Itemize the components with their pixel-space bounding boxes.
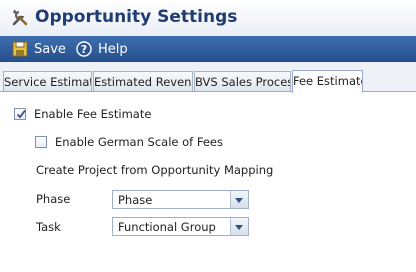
chevron-down-icon[interactable]: [230, 191, 248, 208]
check-icon: [16, 109, 26, 119]
mapping-heading: Create Project from Opportunity Mapping: [36, 163, 274, 177]
fee-estimate-panel: Enable Fee Estimate Enable German Scale …: [0, 92, 416, 272]
task-label: Task: [36, 220, 61, 234]
tools-icon: [12, 9, 28, 26]
window-title: Opportunity Settings: [35, 7, 238, 27]
save-icon: [12, 41, 28, 57]
tab-bvs-sales-process[interactable]: BVS Sales Process: [194, 71, 291, 92]
tab-strip: Service Estimate Estimated Revenue BVS S…: [0, 62, 416, 93]
enable-fee-estimate-checkbox[interactable]: [14, 108, 26, 120]
phase-label: Phase: [36, 192, 71, 206]
save-label: Save: [34, 41, 66, 57]
task-select[interactable]: Functional Group: [112, 217, 249, 236]
help-button[interactable]: ? Help: [76, 39, 128, 59]
phase-select[interactable]: Phase: [112, 190, 249, 209]
task-select-value: Functional Group: [118, 220, 216, 234]
svg-text:?: ?: [81, 43, 87, 56]
save-button[interactable]: Save: [12, 39, 66, 59]
phase-select-value: Phase: [118, 193, 153, 207]
tab-fee-estimate[interactable]: Fee Estimate: [292, 70, 363, 93]
tab-estimated-revenue[interactable]: Estimated Revenue: [93, 71, 193, 92]
help-label: Help: [98, 41, 128, 57]
help-icon: ?: [76, 41, 92, 57]
enable-fee-estimate-label: Enable Fee Estimate: [34, 107, 152, 121]
title-bar: Opportunity Settings: [0, 0, 416, 37]
enable-german-scale-checkbox[interactable]: [35, 136, 47, 148]
chevron-down-icon[interactable]: [230, 218, 248, 235]
toolbar: Save ? Help: [0, 36, 416, 63]
tab-service-estimate[interactable]: Service Estimate: [3, 71, 92, 92]
enable-german-scale-label: Enable German Scale of Fees: [55, 135, 223, 149]
